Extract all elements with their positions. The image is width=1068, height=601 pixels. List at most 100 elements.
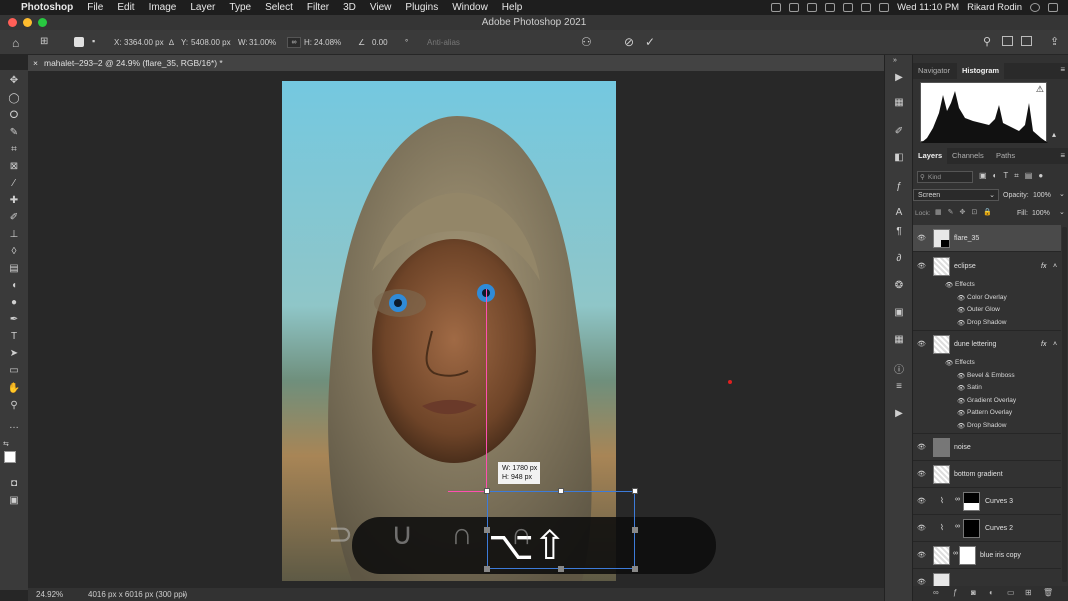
menu-edit[interactable]: Edit	[110, 2, 141, 13]
crop-tool-icon[interactable]: ⌗	[7, 144, 21, 155]
reference-point-icon[interactable]: ⊞	[40, 36, 48, 47]
effect-eye-icon[interactable]: 👁	[957, 294, 965, 302]
libraries-icon[interactable]: ▣	[892, 307, 906, 318]
collapse-effects-icon[interactable]: ˄	[1053, 341, 1057, 348]
add-mask-icon[interactable]: ◙	[971, 588, 976, 597]
effect-drop-shadow[interactable]: 👁 Drop Shadow	[913, 317, 1061, 331]
layout-icon[interactable]	[1021, 36, 1032, 46]
status-arrow-icon[interactable]: ›	[183, 588, 186, 601]
menu-view[interactable]: View	[363, 2, 399, 13]
app-menu[interactable]: Photoshop	[14, 2, 80, 13]
effects-eye-icon[interactable]: 👁	[945, 359, 953, 367]
screen-mode-icon[interactable]: ▣	[7, 495, 21, 506]
layer-name[interactable]: flare_35	[954, 235, 979, 242]
volume-icon[interactable]	[861, 3, 872, 12]
y-field[interactable]: 5408.00 px	[191, 38, 231, 47]
quick-select-tool-icon[interactable]: ✎	[7, 127, 21, 138]
adjustments-icon[interactable]: ≡	[892, 381, 906, 392]
layer-bottom-gradient[interactable]: 👁 bottom gradient	[913, 461, 1061, 488]
new-group-icon[interactable]: ▭	[1007, 588, 1015, 597]
wifi-icon[interactable]	[879, 3, 890, 12]
tab-histogram[interactable]: Histogram	[957, 63, 1005, 79]
x-field[interactable]: 3364.00 px	[124, 38, 164, 47]
link-icon[interactable]: ∞	[955, 523, 960, 530]
effect-pattern-overlay[interactable]: 👁 Pattern Overlay	[913, 407, 1061, 420]
visibility-eye-icon[interactable]: 👁	[917, 262, 926, 270]
type-tool-icon[interactable]: T	[7, 331, 21, 342]
collapse-effects-icon[interactable]: ˄	[1053, 263, 1057, 270]
warp-icon[interactable]: ⚇	[581, 35, 592, 49]
layer-eclipse[interactable]: 👁 eclipse fx ˄	[913, 253, 1061, 280]
tab-navigator[interactable]: Navigator	[913, 63, 955, 79]
link-proportions-icon[interactable]: ∞	[287, 37, 301, 48]
document-canvas[interactable]: ⌥ ⇧ ⊃∪∩∩ W: 1780 px H: 948 px	[28, 71, 884, 588]
frame-tool-icon[interactable]: ⊠	[7, 161, 21, 172]
link-icon[interactable]: ∞	[955, 496, 960, 503]
transform-handle-mr[interactable]	[632, 527, 638, 533]
glyphs-icon[interactable]: ƒ	[892, 181, 906, 192]
quick-mask-icon[interactable]: ◘	[7, 478, 21, 489]
transform-handle-tr[interactable]	[632, 488, 638, 494]
fx-badge[interactable]: fx	[1041, 263, 1046, 270]
layer-curves-2[interactable]: 👁 ⌇ ∞ Curves 2	[913, 515, 1061, 542]
link-layers-icon[interactable]: ∞	[933, 588, 939, 597]
grid-icon[interactable]: ▦	[892, 334, 906, 345]
tab-paths[interactable]: Paths	[991, 148, 1020, 164]
angle-field[interactable]: 0.00	[372, 38, 388, 47]
healing-tool-icon[interactable]: ✚	[7, 195, 21, 206]
transform-handle-tl[interactable]	[484, 488, 490, 494]
stamp-tool-icon[interactable]: ⊥	[7, 229, 21, 240]
antialias-checkbox[interactable]: Anti-alias	[427, 38, 460, 47]
visibility-eye-icon[interactable]: 👁	[917, 578, 926, 586]
effect-eye-icon[interactable]: 👁	[957, 422, 965, 430]
layer-flare-35[interactable]: 👁 flare_35	[913, 225, 1061, 252]
effect-bevel-emboss[interactable]: 👁 Bevel & Emboss	[913, 370, 1061, 383]
filter-type-icons[interactable]: ▣◐T⌗▤●	[979, 171, 1049, 181]
lasso-tool-icon[interactable]: ⵔ	[7, 110, 21, 121]
menu-3d[interactable]: 3D	[336, 2, 363, 13]
layer-curves-3[interactable]: 👁 ⌇ ∞ Curves 3	[913, 488, 1061, 515]
search-icon[interactable]: ⚲	[983, 35, 991, 48]
visibility-eye-icon[interactable]: 👁	[917, 234, 926, 242]
effect-eye-icon[interactable]: 👁	[957, 372, 965, 380]
menu-select[interactable]: Select	[258, 2, 300, 13]
time-machine-icon[interactable]	[843, 3, 854, 12]
layer-name[interactable]: blue iris copy	[980, 552, 1021, 559]
layer-name[interactable]: eclipse	[954, 263, 976, 270]
more-tools-icon[interactable]: …	[7, 420, 21, 431]
gradient-tool-icon[interactable]: ▤	[7, 263, 21, 274]
pen-tool-icon[interactable]: ✒	[7, 314, 21, 325]
user-name[interactable]: Rikard Rodin	[967, 2, 1022, 13]
record-icon[interactable]	[807, 3, 818, 12]
strip-collapse-icon[interactable]: »	[893, 57, 897, 64]
effect-satin[interactable]: 👁 Satin	[913, 382, 1061, 395]
effect-eye-icon[interactable]: 👁	[957, 397, 965, 405]
info-icon[interactable]: ⓘ	[892, 363, 906, 376]
effect-outer-glow[interactable]: 👁 Outer Glow	[913, 304, 1061, 317]
transform-handle-bm[interactable]	[558, 566, 564, 572]
close-window-button[interactable]	[8, 18, 17, 27]
effects-eye-icon[interactable]: 👁	[945, 281, 953, 289]
blend-mode-select[interactable]: Screen ⌄	[913, 189, 999, 201]
siri-icon[interactable]	[1030, 3, 1040, 12]
swatches-icon[interactable]: ▦	[892, 97, 906, 108]
tab-channels[interactable]: Channels	[947, 148, 989, 164]
layer-name[interactable]: bottom gradient	[954, 471, 1003, 478]
menu-type[interactable]: Type	[222, 2, 258, 13]
blur-tool-icon[interactable]: ◖	[7, 280, 21, 291]
layer-noise[interactable]: 👁 noise	[913, 434, 1061, 461]
layers-menu-icon[interactable]: ≡	[1060, 151, 1065, 160]
effect-eye-icon[interactable]: 👁	[957, 409, 965, 417]
transform-bounding-box[interactable]	[487, 491, 635, 569]
reference-point-grid-icon[interactable]: ▪	[92, 36, 95, 46]
control-center-icon[interactable]	[1048, 3, 1058, 12]
layers-scrollbar[interactable]	[1062, 227, 1067, 582]
fill-chevron-icon[interactable]: ⌄	[1059, 208, 1065, 216]
bluetooth-icon[interactable]	[825, 3, 836, 12]
fill-field[interactable]: 100%	[1032, 210, 1050, 217]
actions-icon[interactable]: ▶	[892, 408, 906, 419]
shape-tool-icon[interactable]: ▭	[7, 365, 21, 376]
clock[interactable]: Wed 11:10 PM	[897, 2, 959, 13]
marquee-tool-icon[interactable]: ◯	[7, 93, 21, 104]
menu-filter[interactable]: Filter	[300, 2, 336, 13]
